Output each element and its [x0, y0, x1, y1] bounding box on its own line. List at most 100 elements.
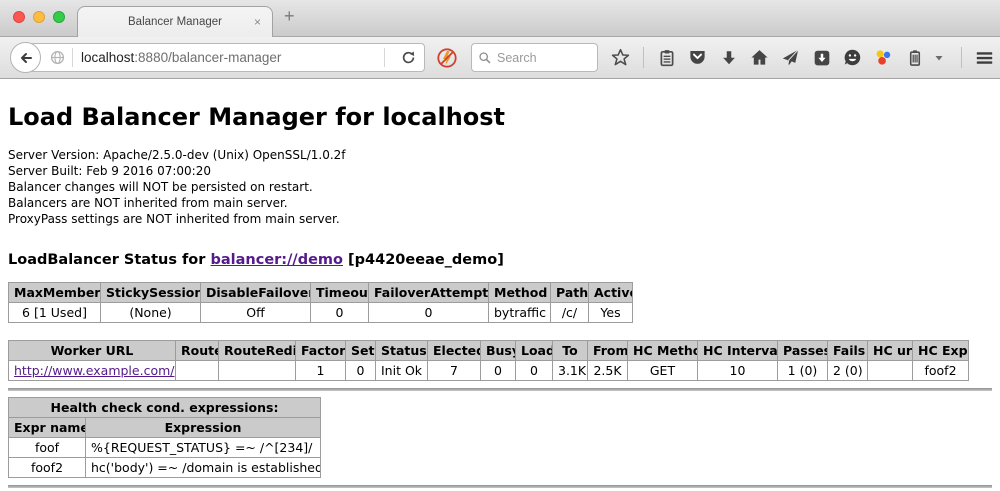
column-header: Passes: [778, 341, 828, 361]
url-bar[interactable]: localhost:8880/balancer-manager: [25, 43, 425, 72]
proxypass-notice-line: ProxyPass settings are NOT inherited fro…: [8, 211, 992, 227]
page-bottom-divider: [8, 485, 992, 488]
table-row: http://www.example.com/10Init Ok7003.1K2…: [9, 361, 969, 381]
table-cell: Yes: [589, 303, 633, 323]
column-header: Load: [516, 341, 553, 361]
back-button[interactable]: [10, 42, 41, 73]
script-blocked-button[interactable]: [436, 47, 458, 69]
tab-close-icon[interactable]: ×: [254, 15, 261, 29]
table-cell: foof2: [913, 361, 969, 381]
column-header: Expression: [86, 418, 321, 438]
table-cell: 2 (0): [828, 361, 868, 381]
navigation-toolbar: localhost:8880/balancer-manager: [0, 37, 1000, 79]
battery-icon[interactable]: [905, 48, 924, 67]
clipboard-icon[interactable]: [657, 48, 676, 67]
browser-window: Balancer Manager × + localhost:8880/bala…: [0, 0, 1000, 491]
column-header: Route: [176, 341, 219, 361]
persist-notice-line: Balancer changes will NOT be persisted o…: [8, 179, 992, 195]
table-cell: 1 (0): [778, 361, 828, 381]
column-header: Timeout: [311, 283, 369, 303]
server-info: Server Version: Apache/2.5.0-dev (Unix) …: [8, 147, 992, 227]
column-header: Set: [346, 341, 376, 361]
toolbar-divider: [961, 47, 962, 68]
column-header: HC Method: [628, 341, 698, 361]
send-icon[interactable]: [781, 48, 800, 67]
menu-icon[interactable]: [975, 48, 994, 67]
site-identity-globe-icon[interactable]: [50, 50, 65, 65]
table-cell: bytraffic: [489, 303, 551, 323]
table-cell: 3.1K: [553, 361, 588, 381]
table-cell: Init Ok: [376, 361, 428, 381]
table-cell: 0: [369, 303, 489, 323]
column-header: MaxMembers: [9, 283, 101, 303]
column-header: Worker URL: [9, 341, 176, 361]
table-cell: 7: [428, 361, 481, 381]
column-header: Factor: [296, 341, 346, 361]
column-header: DisableFailover: [201, 283, 311, 303]
column-header: HC uri: [868, 341, 913, 361]
table-cell: foof: [9, 438, 86, 458]
colors-extension-icon[interactable]: [874, 48, 893, 67]
column-header: Path: [551, 283, 589, 303]
table-row: foof%{REQUEST_STATUS} =~ /^[234]/: [9, 438, 321, 458]
overflow-caret-icon[interactable]: [929, 48, 948, 67]
search-icon: [478, 51, 492, 65]
server-built-line: Server Built: Feb 9 2016 07:00:20: [8, 163, 992, 179]
loadbalancer-status-heading: LoadBalancer Status for balancer://demo …: [8, 252, 992, 268]
minimize-window-button[interactable]: [33, 11, 45, 23]
table-cell: Off: [201, 303, 311, 323]
table-cell: 0: [516, 361, 553, 381]
tab-balancer-manager[interactable]: Balancer Manager ×: [77, 6, 273, 37]
server-version-line: Server Version: Apache/2.5.0-dev (Unix) …: [8, 147, 992, 163]
pocket-icon[interactable]: [688, 48, 707, 67]
video-download-icon[interactable]: [812, 48, 831, 67]
toolbar-icons: [611, 47, 1000, 68]
page-content: Load Balancer Manager for localhost Serv…: [0, 79, 1000, 491]
table-cell: http://www.example.com/: [9, 361, 176, 381]
table-cell: /c/: [551, 303, 589, 323]
table-cell: 10: [698, 361, 778, 381]
balancer-status-table: MaxMembersStickySessionDisableFailoverTi…: [8, 282, 633, 323]
column-header: RouteRedir: [219, 341, 296, 361]
zoom-window-button[interactable]: [53, 11, 65, 23]
section-divider: [8, 388, 992, 391]
column-header: Busy: [481, 341, 516, 361]
table-cell: hc('body') =~ /domain is established/: [86, 458, 321, 478]
tab-title: Balancer Manager: [128, 16, 222, 28]
table-row: 6 [1 Used](None)Off00bytraffic/c/Yes: [9, 303, 633, 323]
bookmark-star-icon[interactable]: [611, 48, 630, 67]
download-icon[interactable]: [719, 48, 738, 67]
table-cell: [868, 361, 913, 381]
page-title: Load Balancer Manager for localhost: [8, 79, 992, 131]
worker-status-table: Worker URLRouteRouteRedirFactorSetStatus…: [8, 340, 969, 381]
table-row: foof2hc('body') =~ /domain is establishe…: [9, 458, 321, 478]
title-bar: Balancer Manager × +: [0, 0, 1000, 37]
worker-url-link[interactable]: http://www.example.com/: [14, 363, 174, 378]
urlbar-divider: [384, 48, 385, 67]
window-controls: [13, 11, 65, 23]
column-header: HC Interval: [698, 341, 778, 361]
column-header: FailoverAttempts: [369, 283, 489, 303]
url-text: localhost:8880/balancer-manager: [81, 50, 384, 65]
table-cell: 0: [481, 361, 516, 381]
balancers-notice-line: Balancers are NOT inherited from main se…: [8, 195, 992, 211]
back-arrow-icon: [18, 50, 34, 66]
close-window-button[interactable]: [13, 11, 25, 23]
column-header: Status: [376, 341, 428, 361]
table-cell: 1: [296, 361, 346, 381]
url-domain: localhost: [81, 50, 134, 65]
smiley-icon[interactable]: [843, 48, 862, 67]
search-input[interactable]: [497, 51, 583, 65]
reload-button[interactable]: [393, 50, 424, 65]
table-cell: 6 [1 Used]: [9, 303, 101, 323]
search-box[interactable]: [471, 43, 598, 72]
new-tab-button[interactable]: +: [284, 6, 295, 27]
health-check-expressions-table: Health check cond. expressions:Expr name…: [8, 397, 321, 478]
blocked-content-icon: [436, 47, 458, 69]
column-header: Elected: [428, 341, 481, 361]
home-icon[interactable]: [750, 48, 769, 67]
table-cell: %{REQUEST_STATUS} =~ /^[234]/: [86, 438, 321, 458]
column-header: Expr name: [9, 418, 86, 438]
reload-icon: [401, 50, 416, 65]
balancer-demo-link[interactable]: balancer://demo: [210, 252, 343, 268]
